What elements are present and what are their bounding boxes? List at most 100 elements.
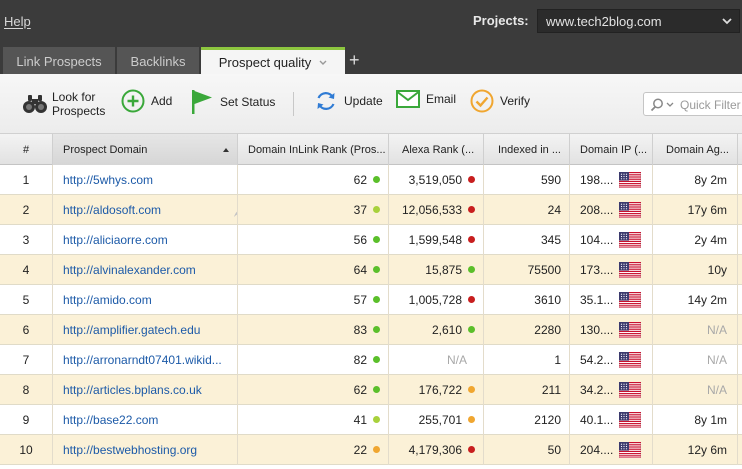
rank-status-dot bbox=[373, 266, 380, 273]
table-row[interactable]: 5 http://amido.com 57 1,005,728 3610 35.1... 1… bbox=[0, 285, 742, 315]
table-row[interactable]: 7 http://arronarndt07401.wikid... 82 N/A 1 54… bbox=[0, 345, 742, 375]
alexa-rank-cell: 255,701 bbox=[389, 405, 484, 435]
domain-ip-cell: 130.... bbox=[570, 315, 653, 345]
inlink-rank-cell: 82 bbox=[238, 345, 389, 375]
indexed-cell: 24 bbox=[484, 195, 570, 225]
prospect-domain-cell[interactable]: http://arronarndt07401.wikid... bbox=[53, 345, 238, 375]
rank-status-dot bbox=[373, 446, 380, 453]
prospect-domain-cell[interactable]: http://aldosoft.com bbox=[53, 195, 238, 225]
column-header-inlink-rank[interactable]: Domain InLink Rank (Pros... bbox=[238, 134, 389, 165]
column-header-alexa-rank[interactable]: Alexa Rank (... bbox=[389, 134, 484, 165]
inlink-rank-value: 56 bbox=[353, 233, 367, 247]
alexa-rank-value: N/A bbox=[446, 353, 467, 367]
domain-ip-cell: 35.1... bbox=[570, 285, 653, 315]
domain-ip-value: 35.1... bbox=[580, 293, 614, 307]
us-flag-icon bbox=[618, 171, 642, 191]
row-number: 8 bbox=[0, 375, 53, 405]
inlink-rank-cell: 37 bbox=[238, 195, 389, 225]
domain-age-cell: 10y bbox=[653, 255, 738, 285]
table-row[interactable]: 2 http://aldosoft.com 37 12,056,533 24 208...… bbox=[0, 195, 742, 225]
prospect-domain-cell[interactable]: http://amplifier.gatech.edu bbox=[53, 315, 238, 345]
alexa-rank-value: 4,179,306 bbox=[408, 443, 462, 457]
column-header-prospect-domain[interactable]: Prospect Domain bbox=[53, 134, 238, 165]
alexa-rank-cell: 1,599,548 bbox=[389, 225, 484, 255]
domain-age-cell: 8y 1m bbox=[653, 405, 738, 435]
indexed-cell: 211 bbox=[484, 375, 570, 405]
tab-link-prospects[interactable]: Link Prospects bbox=[3, 47, 115, 74]
domain-ip-value: 204.... bbox=[580, 443, 614, 457]
rank-status-dot bbox=[468, 176, 475, 183]
inlink-rank-cell: 64 bbox=[238, 255, 389, 285]
tab-backlinks[interactable]: Backlinks bbox=[117, 47, 199, 74]
rank-status-dot bbox=[468, 206, 475, 213]
alexa-rank-cell: 12,056,533 bbox=[389, 195, 484, 225]
inlink-rank-value: 64 bbox=[353, 263, 367, 277]
rank-status-dot bbox=[468, 296, 475, 303]
update-button[interactable]: Update bbox=[314, 89, 383, 113]
domain-age-cell: 17y 6m bbox=[653, 195, 738, 225]
prospect-domain-link[interactable]: http://aldosoft.com bbox=[63, 203, 161, 217]
prospect-domain-link[interactable]: http://arronarndt07401.wikid... bbox=[63, 353, 222, 367]
domain-ip-cell: 40.1... bbox=[570, 405, 653, 435]
column-header-domain-ip[interactable]: Domain IP (... bbox=[570, 134, 653, 165]
add-tab-button[interactable]: + bbox=[349, 51, 360, 69]
rank-status-dot bbox=[373, 296, 380, 303]
tab-prospect-quality[interactable]: Prospect quality bbox=[201, 47, 345, 74]
verify-button[interactable]: Verify bbox=[470, 89, 530, 113]
chevron-down-icon bbox=[722, 18, 732, 25]
prospect-domain-link[interactable]: http://amplifier.gatech.edu bbox=[63, 323, 200, 337]
column-header-number[interactable]: # bbox=[0, 134, 53, 165]
domain-ip-value: 34.2... bbox=[580, 383, 614, 397]
prospect-domain-cell[interactable]: http://bestwebhosting.org bbox=[53, 435, 238, 465]
us-flag-icon bbox=[618, 261, 642, 281]
prospect-domain-cell[interactable]: http://alvinalexander.com bbox=[53, 255, 238, 285]
prospect-domain-link[interactable]: http://amido.com bbox=[63, 293, 152, 307]
table-row[interactable]: 8 http://articles.bplans.co.uk 62 176,722 21… bbox=[0, 375, 742, 405]
sort-ascending-icon bbox=[223, 148, 229, 152]
prospect-domain-cell[interactable]: http://base22.com bbox=[53, 405, 238, 435]
prospect-domain-link[interactable]: http://base22.com bbox=[63, 413, 158, 427]
chevron-down-icon[interactable] bbox=[319, 60, 327, 66]
top-bar: Help Projects: www.tech2blog.com bbox=[0, 0, 742, 44]
prospect-domain-cell[interactable]: http://5whys.com bbox=[53, 165, 238, 195]
prospect-domain-link[interactable]: http://5whys.com bbox=[63, 173, 153, 187]
domain-age-cell: 2y 4m bbox=[653, 225, 738, 255]
quick-filter-input[interactable]: Quick Filter bbox=[643, 92, 742, 116]
indexed-cell: 345 bbox=[484, 225, 570, 255]
domain-ip-cell: 198.... bbox=[570, 165, 653, 195]
set-status-button[interactable]: Set Status bbox=[190, 89, 275, 115]
table-row[interactable]: 4 http://alvinalexander.com 64 15,875 75500 1… bbox=[0, 255, 742, 285]
email-button[interactable]: Email bbox=[396, 89, 456, 109]
table-row[interactable]: 1 http://5whys.com 62 3,519,050 590 198.... 8y… bbox=[0, 165, 742, 195]
tab-bar: Link Prospects Backlinks Prospect qualit… bbox=[0, 44, 742, 74]
prospect-domain-link[interactable]: http://bestwebhosting.org bbox=[63, 443, 197, 457]
rank-status-dot bbox=[468, 266, 475, 273]
look-for-prospects-button[interactable]: Look for Prospects bbox=[22, 90, 105, 118]
inlink-rank-value: 41 bbox=[353, 413, 367, 427]
help-menu[interactable]: Help bbox=[4, 14, 31, 29]
us-flag-icon bbox=[618, 291, 642, 311]
prospect-domain-cell[interactable]: http://articles.bplans.co.uk bbox=[53, 375, 238, 405]
alexa-rank-cell: 15,875 bbox=[389, 255, 484, 285]
domain-ip-cell: 54.2... bbox=[570, 345, 653, 375]
prospect-domain-cell[interactable]: http://aliciaorre.com bbox=[53, 225, 238, 255]
table-row[interactable]: 6 http://amplifier.gatech.edu 83 2,610 2280 1… bbox=[0, 315, 742, 345]
column-header-indexed[interactable]: Indexed in ... bbox=[484, 134, 570, 165]
add-button[interactable]: Add bbox=[121, 89, 172, 113]
prospect-domain-link[interactable]: http://articles.bplans.co.uk bbox=[63, 383, 202, 397]
table-row[interactable]: 10 http://bestwebhosting.org 22 4,179,306 50… bbox=[0, 435, 742, 465]
prospect-domain-cell[interactable]: http://amido.com bbox=[53, 285, 238, 315]
domain-ip-cell: 104.... bbox=[570, 225, 653, 255]
project-select[interactable]: www.tech2blog.com bbox=[537, 9, 740, 33]
look-for-label-line2: Prospects bbox=[52, 104, 106, 118]
column-header-domain-age[interactable]: Domain Ag... bbox=[653, 134, 738, 165]
prospect-domain-link[interactable]: http://alvinalexander.com bbox=[63, 263, 196, 277]
table-row[interactable]: 3 http://aliciaorre.com 56 1,599,548 345 104.… bbox=[0, 225, 742, 255]
email-label: Email bbox=[426, 92, 457, 106]
prospect-domain-link[interactable]: http://aliciaorre.com bbox=[63, 233, 168, 247]
add-label: Add bbox=[151, 94, 173, 108]
domain-age-cell: 8y 2m bbox=[653, 165, 738, 195]
table-row[interactable]: 9 http://base22.com 41 255,701 2120 40.1... 8y… bbox=[0, 405, 742, 435]
rank-status-dot bbox=[468, 386, 475, 393]
alexa-rank-value: 255,701 bbox=[418, 413, 462, 427]
